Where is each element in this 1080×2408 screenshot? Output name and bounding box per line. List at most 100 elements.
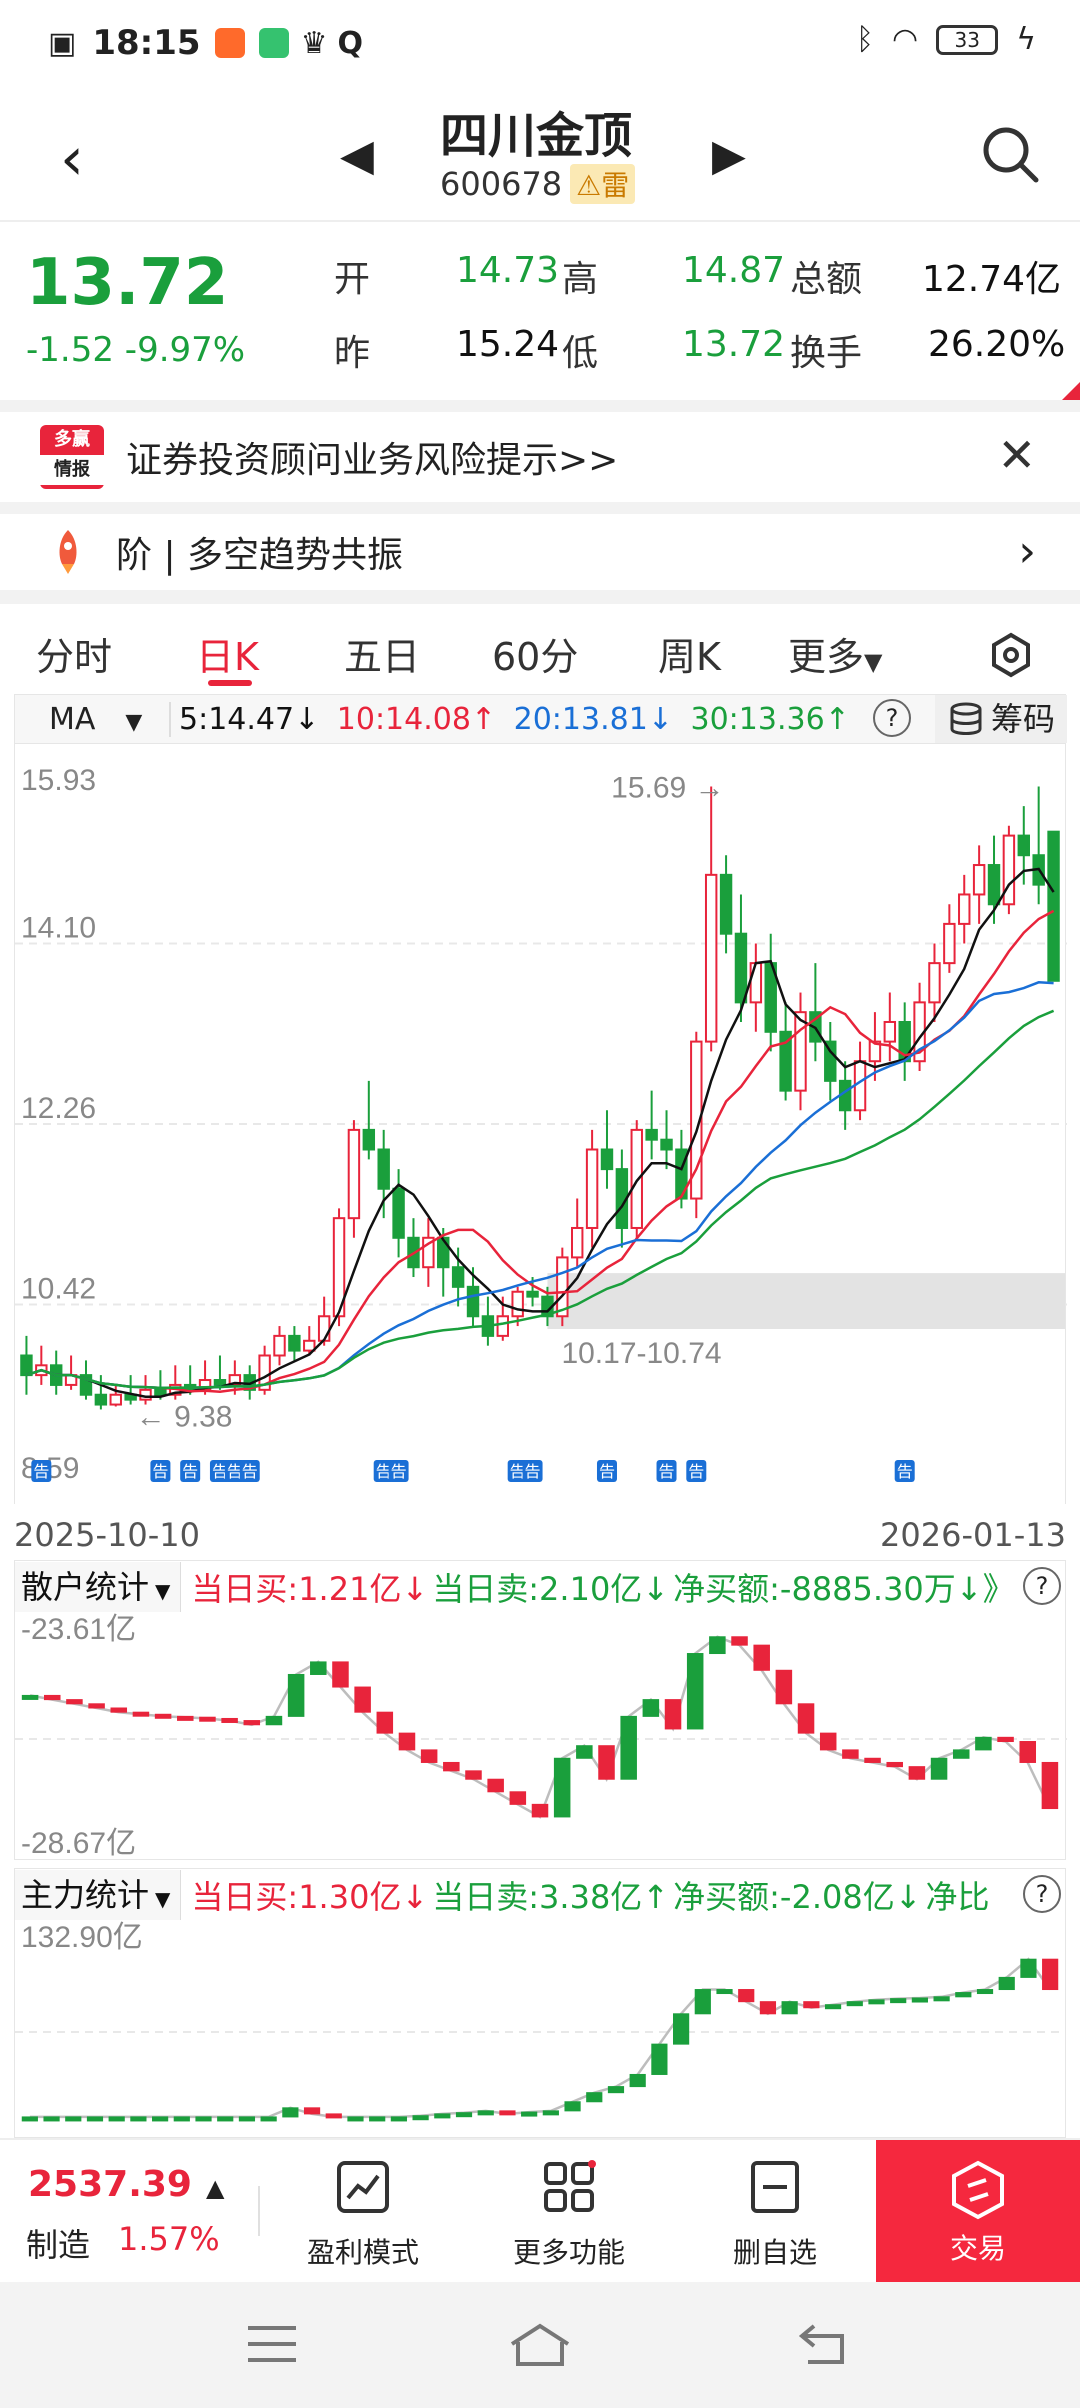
risk-banner[interactable]: 多赢 情报 证券投资顾问业务风险提示>> ✕ — [0, 412, 1080, 502]
flow-bar — [43, 2116, 60, 2122]
candle-body — [109, 1393, 122, 1406]
prev-stock-icon[interactable]: ◀ — [340, 130, 374, 181]
candle-body — [987, 864, 1001, 906]
main-force-title: 主力统计 — [21, 1876, 150, 1914]
flow-bar — [509, 1791, 527, 1805]
help-icon[interactable]: ? — [1023, 1567, 1061, 1605]
tab-daily-k[interactable]: 日K — [196, 626, 259, 681]
y-bottom-label: -28.67亿 — [21, 1827, 136, 1860]
battery-icon: 33 — [936, 24, 999, 55]
flow-bar — [221, 1717, 238, 1723]
flow-bar — [738, 1989, 755, 2003]
indicator-selector[interactable]: MA ▼ — [15, 701, 171, 737]
chevron-right-icon[interactable]: › — [1018, 526, 1036, 577]
candle-body — [317, 1315, 331, 1342]
warning-icon: ⚠ — [576, 169, 602, 202]
flow-bar — [487, 1778, 504, 1793]
flow-bar — [199, 1716, 216, 1722]
wifi-icon: ◠ — [892, 22, 919, 57]
candle-body — [883, 1020, 897, 1043]
caret-down-icon: ▼ — [864, 648, 883, 676]
trade-button[interactable]: 交易 — [876, 2140, 1080, 2284]
candle-body — [511, 1290, 524, 1318]
change-value: -1.52 — [26, 330, 114, 370]
candle-body — [571, 1226, 584, 1259]
trend-line — [29, 1957, 1052, 2119]
next-stock-icon[interactable]: ▶ — [712, 130, 746, 181]
main-force-stats-svg: 132.90亿 — [15, 1921, 1065, 2122]
rocket-icon — [59, 530, 77, 574]
tab-five-day[interactable]: 五日 — [344, 626, 420, 681]
candle-body — [600, 1148, 614, 1171]
more-features-label: 更多功能 — [512, 2236, 625, 2269]
flow-bar — [842, 1749, 859, 1759]
help-icon[interactable]: ? — [873, 699, 911, 737]
tab-60min[interactable]: 60分 — [492, 626, 578, 681]
back-nav-icon[interactable] — [798, 2322, 850, 2366]
chip-label: 筹码 — [991, 700, 1056, 738]
main-force-net: 净买额:-2.08亿↓ — [673, 1878, 922, 1916]
candle-body — [928, 962, 941, 1004]
flow-bar — [651, 2043, 668, 2075]
more-features-button[interactable]: 更多功能 — [484, 2160, 654, 2271]
menu-icon[interactable] — [246, 2324, 298, 2364]
ma5-value: 5:14.47↓ — [179, 701, 320, 737]
close-icon[interactable]: ✕ — [997, 428, 1036, 482]
search-icon[interactable] — [980, 124, 1040, 184]
candle-body — [645, 1128, 658, 1141]
main-force-selector[interactable]: 主力统计 ▼ — [15, 1870, 182, 1920]
tab-more[interactable]: 更多▼ — [788, 626, 882, 681]
help-icon[interactable]: ? — [1023, 1875, 1061, 1913]
chip-distribution-button[interactable]: 筹码 — [935, 695, 1067, 743]
tab-intraday[interactable]: 分时 — [36, 626, 112, 681]
flow-bar — [797, 1703, 815, 1734]
trend-banner[interactable]: 阶 | 多空趋势共振 › — [0, 514, 1080, 590]
flow-bar — [110, 1707, 128, 1713]
flow-bar — [354, 1686, 371, 1713]
candle-body — [213, 1379, 227, 1386]
flow-bar — [465, 1770, 482, 1780]
period-tabs: 分时 日K 五日 60分 周K 更多▼ — [0, 614, 1080, 704]
main-force-buy: 当日买:1.30亿↓ — [191, 1878, 429, 1916]
flow-bar — [1041, 1761, 1059, 1810]
candle-body — [496, 1315, 509, 1337]
flow-bar — [238, 2116, 256, 2122]
flow-bar — [43, 1694, 61, 1701]
y-tick-label: 10.42 — [21, 1272, 96, 1305]
candle-body — [466, 1285, 480, 1318]
candle-body — [288, 1334, 301, 1352]
y-top-label: -23.61亿 — [21, 1613, 136, 1646]
tab-weekly-k[interactable]: 周K — [658, 626, 721, 681]
up-arrow-icon: ▲ — [205, 2174, 225, 2202]
notification-icon: ▣ — [48, 25, 77, 61]
flow-bar — [976, 1989, 994, 1995]
flow-bar — [864, 1757, 881, 1763]
risk-badge[interactable]: ⚠雷 — [570, 164, 636, 204]
flow-bar — [177, 1715, 194, 1721]
flow-bar — [933, 1996, 950, 2002]
flow-bar — [217, 2116, 234, 2122]
settings-icon[interactable] — [988, 632, 1034, 678]
flow-bar — [1019, 1741, 1037, 1763]
notice-badge-label: 告 — [33, 1462, 49, 1481]
flow-bar — [108, 2116, 125, 2122]
flow-bar — [65, 2116, 82, 2122]
retail-stats-selector[interactable]: 散户统计 ▼ — [15, 1562, 182, 1612]
low-value: 13.72 — [682, 324, 786, 365]
profit-mode-button[interactable]: 盈利模式 — [278, 2160, 448, 2271]
flow-bar — [287, 1673, 305, 1717]
index-percent: 1.57% — [118, 2220, 220, 2258]
turnover-rate-value: 26.20% — [928, 324, 1066, 365]
flow-bar — [376, 1711, 394, 1734]
crown-icon: ♛ — [300, 25, 328, 61]
k-line-chart[interactable]: 15.9314.1012.2610.428.5910.17-10.7415.69… — [14, 744, 1067, 1504]
main-force-ratio: 净比 — [925, 1878, 990, 1916]
active-tab-indicator — [208, 680, 252, 686]
main-force-stats-header: 主力统计 ▼ 当日买:1.30亿↓ 当日卖:3.38亿↑ 净买额:-2.08亿↓ … — [15, 1869, 1065, 1921]
main-force-sell: 当日卖:3.38亿↑ — [432, 1878, 670, 1916]
back-icon[interactable]: ‹ — [60, 124, 84, 194]
date-axis: 2025-10-10 2026-01-13 — [14, 1508, 1066, 1558]
remove-watchlist-button[interactable]: 删自选 — [690, 2160, 860, 2271]
candle-body — [660, 1138, 673, 1151]
home-icon[interactable] — [508, 2322, 572, 2368]
